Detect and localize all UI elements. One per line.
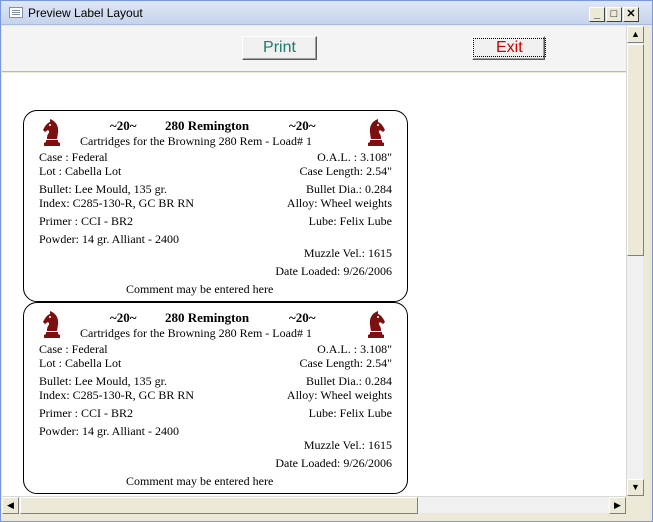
muzzle-vel-field: Muzzle Vel.: 1615 <box>303 438 392 452</box>
index-field: Index: C285-130-R, GC BR RN <box>39 196 195 210</box>
count-right: ~20~ <box>289 118 316 133</box>
count-left: ~20~ <box>110 310 137 325</box>
alloy-field: Alloy: Wheel weights <box>286 196 392 210</box>
horizontal-scroll-thumb[interactable] <box>20 497 418 514</box>
primer-field: Primer : CCI - BR2 <box>39 214 134 228</box>
lot-field: Lot : Cabella Lot <box>39 356 122 370</box>
lube-field: Lube: Felix Lube <box>308 214 392 228</box>
date-loaded-field: Date Loaded: 9/26/2006 <box>275 456 392 470</box>
powder-field: Powder: 14 gr. Alliant - 2400 <box>39 424 179 438</box>
scroll-left-icon[interactable]: ◀ <box>2 497 19 514</box>
knight-chess-piece-icon <box>368 119 385 146</box>
case-length-field: Case Length: 2.54" <box>299 356 392 370</box>
cartridge-name: 280 Remington <box>165 118 250 133</box>
scroll-down-icon[interactable]: ▼ <box>627 479 644 496</box>
maximize-button[interactable]: □ <box>606 7 622 22</box>
knight-chess-piece-icon <box>368 311 385 338</box>
bullet-dia-field: Bullet Dia.: 0.284 <box>306 182 392 196</box>
alloy-field: Alloy: Wheel weights <box>286 388 392 402</box>
vertical-scrollbar[interactable]: ▲ ▼ <box>626 26 644 496</box>
count-right: ~20~ <box>289 310 316 325</box>
knight-chess-piece-icon <box>43 311 60 338</box>
comment-field: Comment may be entered here <box>126 474 274 488</box>
index-field: Index: C285-130-R, GC BR RN <box>39 388 195 402</box>
minimize-button[interactable]: _ <box>589 7 605 22</box>
toolbar: Print Exit <box>2 26 626 72</box>
scrollbar-corner <box>626 496 643 513</box>
scroll-right-icon[interactable]: ▶ <box>609 497 626 514</box>
exit-button[interactable]: Exit <box>472 36 546 60</box>
oal-field: O.A.L. : 3.108" <box>317 342 392 356</box>
scroll-up-icon[interactable]: ▲ <box>627 26 644 43</box>
oal-field: O.A.L. : 3.108" <box>317 150 392 164</box>
bullet-field: Bullet: Lee Mould, 135 gr. <box>39 182 167 196</box>
vertical-scroll-thumb[interactable] <box>627 44 644 256</box>
case-field: Case : Federal <box>39 342 108 356</box>
primer-field: Primer : CCI - BR2 <box>39 406 134 420</box>
window-icon <box>9 7 23 18</box>
bullet-dia-field: Bullet Dia.: 0.284 <box>306 374 392 388</box>
label-preview-area: ~20~ 280 Remington ~20~ Cartridges for t… <box>2 73 626 496</box>
count-left: ~20~ <box>110 118 137 133</box>
date-loaded-field: Date Loaded: 9/26/2006 <box>275 264 392 278</box>
exit-button-label: Exit <box>473 38 546 57</box>
label-subtitle: Cartridges for the Browning 280 Rem - Lo… <box>80 134 312 148</box>
preview-window: Preview Label Layout _ □ ✕ Print Exit ~2… <box>0 0 653 522</box>
print-button[interactable]: Print <box>242 36 317 60</box>
label-subtitle: Cartridges for the Browning 280 Rem - Lo… <box>80 326 312 340</box>
title-bar[interactable]: Preview Label Layout _ □ ✕ <box>1 1 652 25</box>
lube-field: Lube: Felix Lube <box>308 406 392 420</box>
muzzle-vel-field: Muzzle Vel.: 1615 <box>303 246 392 260</box>
lot-field: Lot : Cabella Lot <box>39 164 122 178</box>
cartridge-label: ~20~ 280 Remington ~20~ Cartridges for t… <box>23 302 408 494</box>
comment-field: Comment may be entered here <box>126 282 274 296</box>
cartridge-name: 280 Remington <box>165 310 250 325</box>
knight-chess-piece-icon <box>43 119 60 146</box>
case-length-field: Case Length: 2.54" <box>299 164 392 178</box>
cartridge-label: ~20~ 280 Remington ~20~ Cartridges for t… <box>23 110 408 302</box>
case-field: Case : Federal <box>39 150 108 164</box>
window-title: Preview Label Layout <box>28 6 143 20</box>
horizontal-scrollbar[interactable]: ◀ ▶ <box>2 496 626 514</box>
close-button[interactable]: ✕ <box>623 7 639 22</box>
powder-field: Powder: 14 gr. Alliant - 2400 <box>39 232 179 246</box>
bullet-field: Bullet: Lee Mould, 135 gr. <box>39 374 167 388</box>
